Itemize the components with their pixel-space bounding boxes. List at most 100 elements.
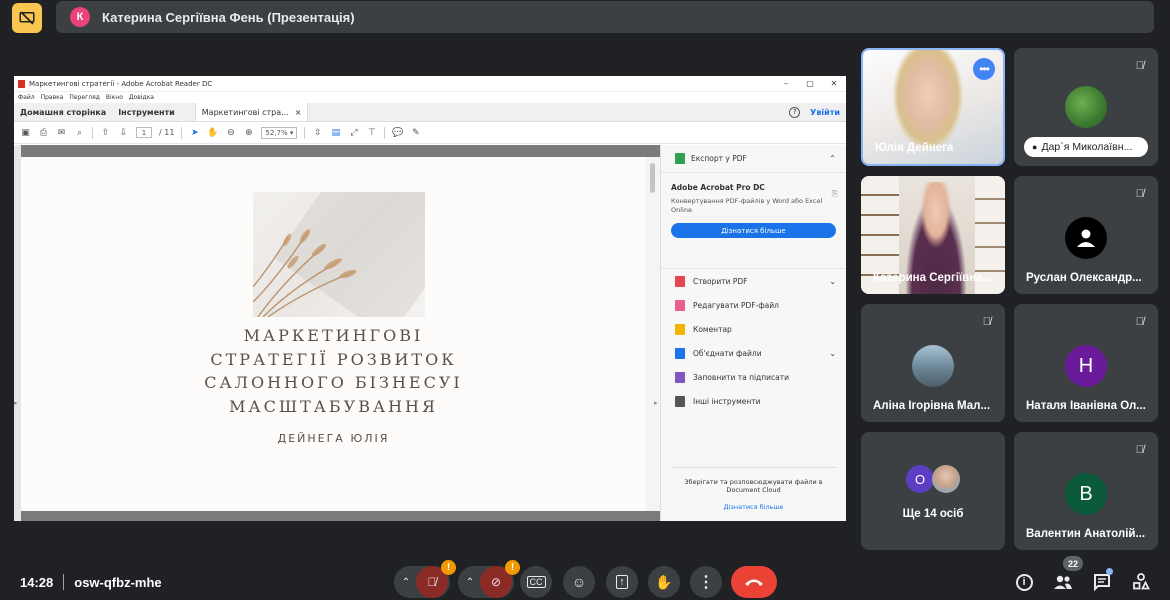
participant-name: Наталя Іванівна Ол...: [1026, 400, 1146, 412]
acrobat-tabbar: Домашня сторінка Інструменти Маркетингов…: [14, 103, 846, 122]
participant-tile[interactable]: 🎙̸ В Валентин Анатолій...: [1014, 432, 1158, 550]
tool-item[interactable]: Інші інструменти: [661, 389, 846, 413]
right-pane-toggle-icon[interactable]: ▸: [654, 399, 658, 407]
zoom-value: 52,7%: [265, 128, 288, 137]
scrollbar-thumb[interactable]: [650, 163, 655, 193]
tab-document[interactable]: Маркетингові стра... ×: [194, 103, 309, 121]
end-call-icon: [745, 579, 763, 586]
help-icon[interactable]: ?: [789, 106, 801, 118]
presentation-off-icon: [19, 11, 35, 25]
captions-icon: CC: [526, 576, 546, 588]
menu-help[interactable]: Довідка: [129, 94, 154, 101]
page-down-icon[interactable]: ⇩: [118, 127, 129, 138]
others-tile[interactable]: О Ще 14 осіб: [861, 432, 1005, 550]
captions-button[interactable]: CC: [520, 566, 552, 598]
comment-icon[interactable]: 💬: [392, 127, 403, 138]
page-number-input[interactable]: 1: [136, 127, 152, 138]
close-window-button[interactable]: ✕: [822, 79, 846, 88]
stamp-icon[interactable]: ⊤: [366, 127, 377, 138]
tab-close-icon[interactable]: ×: [295, 108, 302, 117]
menu-file[interactable]: Файл: [18, 94, 35, 101]
zoom-out-icon[interactable]: ⊖: [225, 127, 236, 138]
export-pdf-item[interactable]: Експорт у PDF ⌃: [661, 145, 846, 173]
document-viewport[interactable]: ▸ МАРКЕТИНГОВІ СТРАТЕГІЇ РОЗВИТОК САЛОНН…: [14, 145, 660, 521]
people-button[interactable]: [1051, 570, 1075, 594]
mic-options-chevron-icon[interactable]: ⌃: [396, 577, 416, 588]
cloud-learn-more-link[interactable]: Дізнатися більше: [671, 503, 836, 512]
zoom-in-icon[interactable]: ⊕: [243, 127, 254, 138]
promo-description: Конвертування PDF-файлів у Word або Exce…: [671, 197, 823, 214]
raise-hand-button[interactable]: ✋: [648, 566, 680, 598]
more-options-icon[interactable]: •••: [973, 58, 995, 80]
tool-item[interactable]: Створити PDF ⌄: [661, 269, 846, 293]
save-icon[interactable]: ▣: [20, 127, 31, 138]
menu-window[interactable]: Вікно: [106, 94, 123, 101]
camera-warning-badge: !: [505, 560, 520, 575]
page-title-line: САЛОННОГО БІЗНЕСУІ: [204, 373, 463, 392]
participant-tile[interactable]: ••• Юлія Дейнега: [861, 48, 1005, 166]
leave-call-button[interactable]: [731, 566, 777, 598]
tool-item[interactable]: Об'єднати файли ⌄: [661, 341, 846, 365]
pen-icon[interactable]: ✎: [410, 127, 421, 138]
reactions-button[interactable]: ☺: [563, 566, 595, 598]
chevron-down-icon[interactable]: ⌄: [829, 349, 836, 358]
minimize-button[interactable]: –: [774, 79, 798, 88]
mic-off-icon: 🎙̸: [982, 316, 991, 328]
participant-tile[interactable]: 🎙̸ ● Дар`я Миколаївн...: [1014, 48, 1158, 166]
tab-home[interactable]: Домашня сторінка: [14, 103, 112, 121]
presenter-banner: К Катерина Сергіївна Фень (Презентація): [56, 1, 1154, 33]
hand-icon: ✋: [655, 573, 673, 590]
participant-tile[interactable]: 🎙̸ Аліна Ігорівна Мал...: [861, 304, 1005, 422]
meeting-details-button[interactable]: i: [1012, 570, 1036, 594]
divider: [63, 574, 65, 590]
tool-label: Заповнити та підписати: [693, 372, 789, 382]
left-panel-toggle-icon[interactable]: ▸: [14, 399, 18, 407]
maximize-button[interactable]: ▢: [798, 79, 822, 88]
chevron-up-icon[interactable]: ⌃: [829, 154, 836, 163]
page-up-icon[interactable]: ⇧: [100, 127, 111, 138]
scroll-mode-icon[interactable]: ▤: [330, 127, 341, 138]
present-off-button[interactable]: [12, 3, 42, 33]
page-title-line: МАСШТАБУВАННЯ: [229, 396, 438, 416]
participant-tile[interactable]: 🎙̸ Н Наталя Іванівна Ол...: [1014, 304, 1158, 422]
learn-more-button[interactable]: Дізнатися більше: [671, 223, 836, 238]
menu-edit[interactable]: Правка: [41, 94, 64, 101]
participant-tile[interactable]: Катерина Сергіївна...: [861, 176, 1005, 294]
zoom-select[interactable]: 52,7% ▾: [261, 126, 298, 139]
print-icon[interactable]: ⎙: [38, 127, 49, 138]
full-screen-icon[interactable]: ⤢: [348, 127, 359, 138]
participant-name: Катерина Сергіївна...: [873, 272, 993, 284]
participant-name: Валентин Анатолій...: [1026, 528, 1146, 540]
participant-tile[interactable]: 🎙̸ Руслан Олександр...: [1014, 176, 1158, 294]
toolbar-divider: [92, 126, 93, 139]
meeting-code[interactable]: osw-qfbz-mhe: [74, 575, 161, 590]
tool-label: Редагувати PDF-файл: [693, 300, 779, 310]
document-cloud-note: Зберігати та розповсюджувати файли в Doc…: [671, 466, 836, 512]
page-title-line: СТРАТЕГІЇ РОЗВИТОК: [210, 349, 457, 369]
fit-page-icon[interactable]: ⇳: [312, 127, 323, 138]
hand-tool-icon[interactable]: ✋: [207, 127, 218, 138]
activities-button[interactable]: [1129, 570, 1153, 594]
more-options-button[interactable]: ⋮: [690, 566, 722, 598]
avatar: Н: [1065, 345, 1107, 387]
tools-list: Створити PDF ⌄ Редагувати PDF-файл Коментар…: [661, 269, 846, 413]
search-icon[interactable]: ⌕: [74, 127, 85, 138]
tab-tools[interactable]: Інструменти: [112, 103, 181, 121]
email-icon[interactable]: ✉: [56, 127, 67, 138]
export-pdf-icon: [675, 153, 685, 164]
mic-off-icon: 🎙̸: [1135, 188, 1144, 200]
more-vert-icon: ⋮: [698, 574, 714, 591]
present-button[interactable]: ↑: [606, 566, 638, 598]
camera-options-chevron-icon[interactable]: ⌃: [460, 577, 480, 588]
tool-label: Інші інструменти: [693, 396, 761, 406]
chevron-down-icon: ▾: [289, 128, 294, 137]
document-scrollbar[interactable]: [646, 157, 660, 511]
select-cursor-icon[interactable]: ➤: [189, 127, 200, 138]
menu-view[interactable]: Перегляд: [69, 94, 99, 101]
tool-item[interactable]: Редагувати PDF-файл: [661, 293, 846, 317]
tool-item[interactable]: Коментар: [661, 317, 846, 341]
tool-item[interactable]: Заповнити та підписати: [661, 365, 846, 389]
login-button[interactable]: Увійти: [810, 108, 840, 117]
tool-label: Об'єднати файли: [693, 348, 762, 358]
chevron-down-icon[interactable]: ⌄: [829, 277, 836, 286]
